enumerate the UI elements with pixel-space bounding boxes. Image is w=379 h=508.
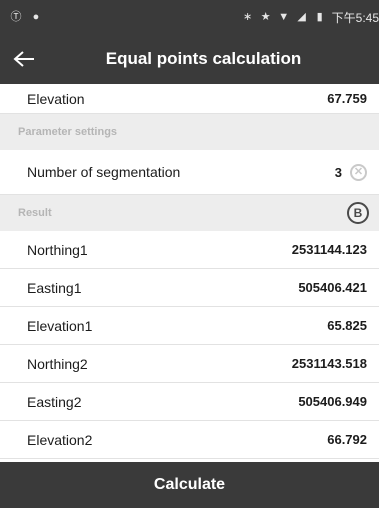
result-value: 2531144.123 [291,242,367,257]
result-row-easting2: Easting2 505406.949 [0,383,379,421]
location-pin-icon: ● [32,11,40,23]
result-label: Elevation1 [27,317,93,334]
bluetooth-icon: ∗ [243,11,253,23]
result-row-northing2: Northing2 2531143.518 [0,345,379,383]
result-row-elevation2: Elevation2 66.792 [0,421,379,459]
result-value: 2531143.518 [291,356,367,371]
arrow-left-icon [13,51,34,67]
star-icon: ★ [260,11,271,23]
result-label: Northing1 [27,241,88,258]
result-title: Result [18,207,52,219]
result-label: Northing2 [27,355,88,372]
calculate-button[interactable]: Calculate [0,462,379,508]
parameter-settings-title: Parameter settings [18,126,118,138]
status-bar: Ⓣ ● ∗ ★ ▼ ◢ ▮ 下午5:45 [0,0,379,34]
result-row-easting1: Easting1 505406.421 [0,269,379,307]
elevation-row: Elevation 67.759 [0,84,379,114]
signal-icon: ◢ [297,11,306,23]
parameter-settings-header: Parameter settings [0,114,379,150]
notification-icon: Ⓣ [10,11,22,23]
segmentation-value[interactable]: 3 [335,165,342,180]
result-value: 505406.949 [298,394,367,409]
result-label: Elevation2 [27,431,93,448]
result-value: 65.825 [327,318,367,333]
clear-icon[interactable]: ✕ [350,163,367,181]
result-header: Result B [0,195,379,231]
status-bar-left: Ⓣ ● [10,11,42,23]
result-value: 66.792 [327,432,367,447]
status-time: 下午5:45 [331,10,379,25]
result-label: Easting2 [27,393,82,410]
back-button[interactable] [0,34,48,84]
app-bar: Equal points calculation [0,34,379,84]
segmentation-label: Number of segmentation [27,164,181,180]
result-label: Easting1 [27,279,82,296]
segmentation-field[interactable]: 3 ✕ [335,163,367,181]
elevation-value: 67.759 [327,91,367,106]
result-list: Northing1 2531144.123 Easting1 505406.42… [0,231,379,459]
battery-icon: ▮ [316,11,323,23]
segmentation-row[interactable]: Number of segmentation 3 ✕ [0,150,379,195]
elevation-label: Elevation [27,90,85,107]
result-row-northing1: Northing1 2531144.123 [0,231,379,269]
result-row-elevation1: Elevation1 65.825 [0,307,379,345]
page-title: Equal points calculation [105,49,302,68]
result-value: 505406.421 [298,280,367,295]
b-icon[interactable]: B [347,202,369,224]
status-bar-right: ∗ ★ ▼ ◢ ▮ 下午5:45 [242,9,379,26]
wifi-icon: ▼ [278,11,290,23]
